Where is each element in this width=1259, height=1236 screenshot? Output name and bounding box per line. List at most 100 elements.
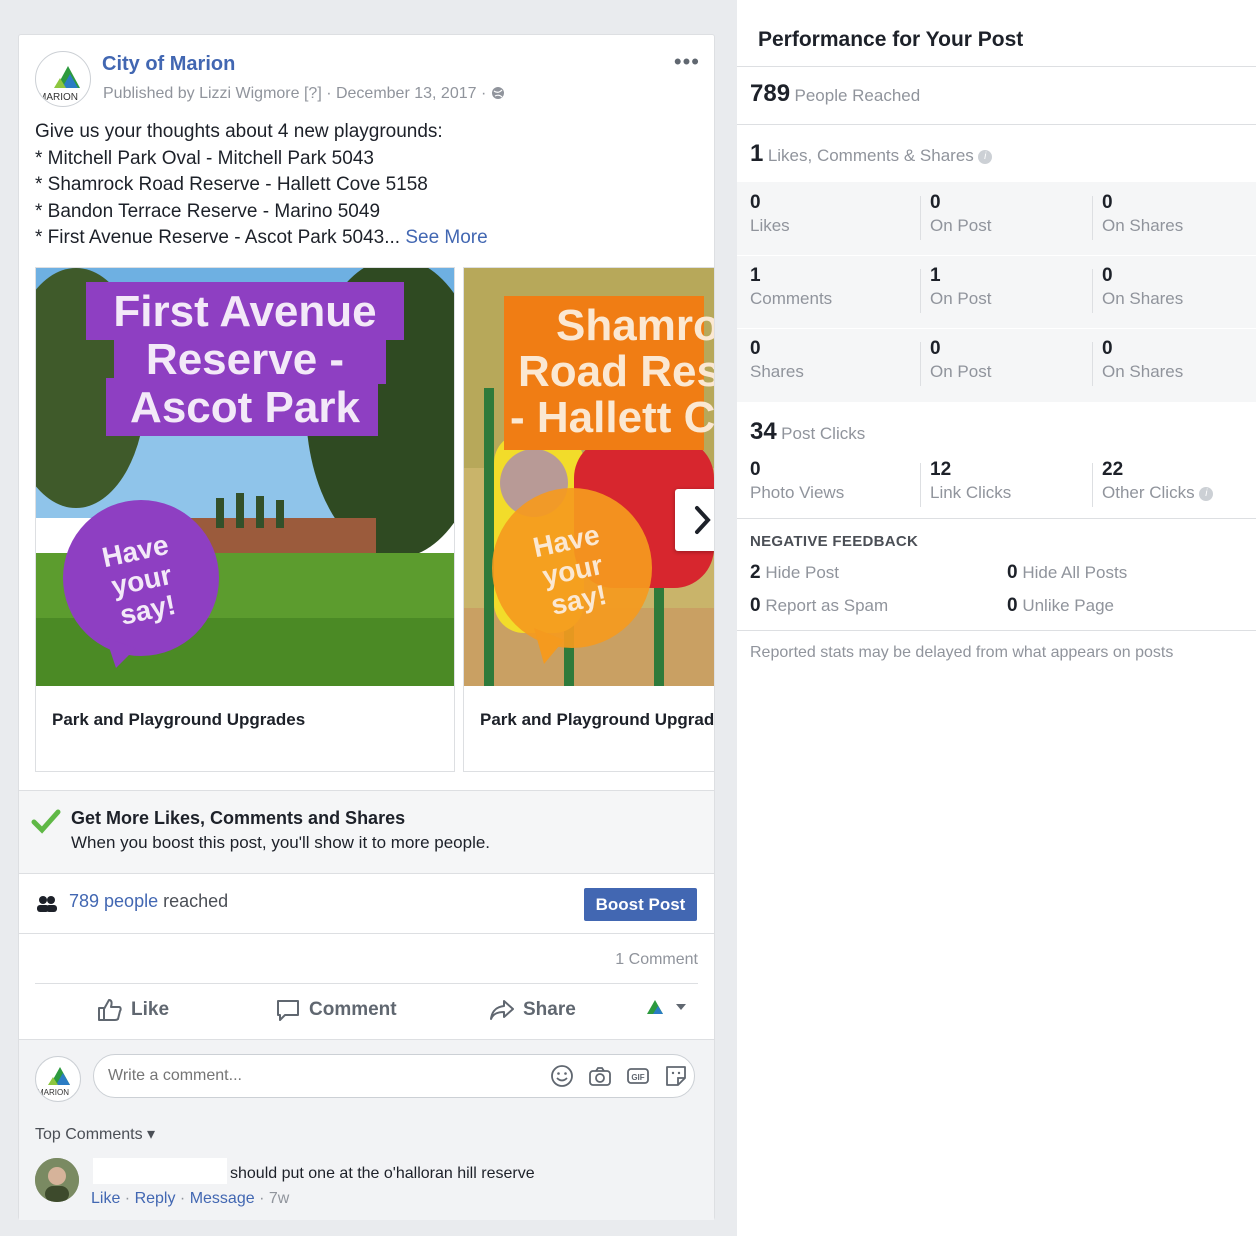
- post-options-button[interactable]: •••: [674, 49, 700, 75]
- comment-button[interactable]: Comment: [275, 998, 397, 1022]
- hide-all-posts-stat: 0 Hide All Posts: [1007, 562, 1128, 583]
- share-label: Share: [523, 999, 576, 1020]
- stat-cell: 0 On Shares: [1102, 265, 1184, 308]
- card2-title-line: Shamrock: [556, 301, 714, 350]
- engagement-value: 1: [750, 140, 764, 167]
- post-body-line: * First Avenue Reserve - Ascot Park 5043…: [35, 225, 695, 252]
- post-clicks-label: Post Clicks: [781, 424, 866, 443]
- byline-text: Published by Lizzi Wigmore [?] · Decembe…: [103, 85, 487, 102]
- gif-icon[interactable]: GIF: [626, 1064, 650, 1088]
- stat-cell: 0 On Shares: [1102, 338, 1184, 381]
- svg-text:MARION: MARION: [38, 92, 78, 103]
- performance-panel: Performance for Your Post 789 People Rea…: [737, 10, 1256, 710]
- comment-message-link[interactable]: Message: [190, 1190, 255, 1207]
- stat-cell: 0 Photo Views: [750, 459, 845, 502]
- people-reached-stat: 789 People Reached: [750, 80, 920, 108]
- carousel-next-button[interactable]: [675, 489, 714, 551]
- post-byline: Published by Lizzi Wigmore [?] · Decembe…: [103, 85, 505, 103]
- stat-cell: 12 Link Clicks: [930, 459, 1012, 502]
- divider: [737, 518, 1256, 519]
- card2-title-line: - Hallett Cove: [510, 393, 714, 442]
- divider: [737, 124, 1256, 125]
- share-arrow-icon: [490, 1000, 514, 1020]
- engagement-label: Likes, Comments & Shares: [767, 146, 974, 165]
- sticker-icon[interactable]: [664, 1064, 688, 1088]
- post-body-line: * Mitchell Park Oval - Mitchell Park 504…: [35, 147, 374, 169]
- divider: [737, 66, 1256, 67]
- comment-text: should put one at the o'halloran hill re…: [230, 1165, 535, 1182]
- info-icon[interactable]: i: [1199, 486, 1214, 501]
- comment-count-link[interactable]: 1 Comment: [615, 951, 698, 969]
- chevron-right-icon: [695, 506, 711, 534]
- hide-post-stat: 2 Hide Post: [750, 562, 840, 583]
- page-name-link[interactable]: City of Marion: [102, 53, 235, 76]
- people-icon: [37, 896, 57, 912]
- card-image-shamrock-road[interactable]: Shamrock Road Reserve - Hallett Cove Hav…: [464, 268, 714, 686]
- checkmark-icon: [31, 809, 61, 834]
- marion-logo-icon: [647, 1000, 663, 1014]
- info-icon[interactable]: i: [978, 149, 993, 164]
- stat-cell: 0 On Post: [930, 338, 992, 381]
- panel-title: Performance for Your Post: [758, 28, 1024, 51]
- comments-section: MARION GIF Top Comments ▾ should put one…: [19, 1039, 714, 1220]
- stat-cell: 1 On Post: [930, 265, 992, 308]
- playground-photo: Shamrock Road Reserve - Hallett Cove Hav…: [464, 268, 714, 686]
- page-avatar[interactable]: MARION: [35, 51, 91, 107]
- card-caption[interactable]: Park and Playground Upgrades: [52, 710, 305, 730]
- card-caption[interactable]: Park and Playground Upgrades: [480, 710, 714, 730]
- commenter-page-avatar: MARION: [35, 1056, 81, 1102]
- stat-cell: 0 On Shares: [1102, 192, 1184, 235]
- boost-promo: Get More Likes, Comments and Shares When…: [19, 790, 714, 874]
- share-button[interactable]: Share: [489, 998, 576, 1022]
- like-button[interactable]: Like: [97, 998, 169, 1022]
- carousel-card[interactable]: First Avenue Reserve - Ascot Park Have y…: [35, 267, 455, 772]
- post-card: MARION City of Marion Published by Lizzi…: [18, 34, 715, 1220]
- post-body: Give us your thoughts about 4 new playgr…: [35, 119, 695, 252]
- boost-post-button[interactable]: Boost Post: [584, 888, 697, 921]
- people-reached-label: People Reached: [794, 86, 921, 105]
- stat-cell: 1 Comments: [750, 265, 833, 308]
- stat-cell: 0 Likes: [750, 192, 790, 235]
- reach-text: 789 people reached: [69, 891, 228, 912]
- card-image-first-avenue[interactable]: First Avenue Reserve - Ascot Park Have y…: [36, 268, 454, 686]
- comment-input-tools: GIF: [550, 1064, 688, 1088]
- card2-title-line: Road Reserve: [518, 347, 714, 396]
- like-label: Like: [131, 999, 170, 1020]
- post-body-line: * Bandon Terrace Reserve - Marino 5049: [35, 200, 381, 222]
- emoji-icon[interactable]: [550, 1064, 574, 1088]
- commenter-avatar[interactable]: [35, 1158, 79, 1202]
- card1-title-line: Reserve -: [146, 335, 344, 384]
- see-more-link[interactable]: See More: [405, 227, 487, 248]
- post-as-selector[interactable]: [645, 998, 687, 1016]
- comment-label: Comment: [309, 999, 397, 1020]
- stat-row-comments: 1 Comments 1 On Post 0 On Shares: [737, 255, 1256, 328]
- engagement-breakdown: 0 Likes 0 On Post 0 On Shares 1 Comments 1 On…: [737, 182, 1256, 402]
- comment-reply-link[interactable]: Reply: [135, 1190, 176, 1207]
- stat-row-likes: 0 Likes 0 On Post 0 On Shares: [737, 182, 1256, 255]
- camera-icon[interactable]: [588, 1064, 612, 1088]
- comment-like-link[interactable]: Like: [91, 1190, 120, 1207]
- caret-down-icon: [676, 1004, 686, 1010]
- post-body-line: Give us your thoughts about 4 new playgr…: [35, 121, 443, 142]
- thumbs-up-icon: [98, 999, 122, 1021]
- svg-text:GIF: GIF: [631, 1073, 644, 1082]
- comment-age: 7w: [268, 1190, 290, 1207]
- engagement-stat: 1 Likes, Comments & Shares i: [750, 140, 993, 168]
- report-spam-stat: 0 Report as Spam: [750, 595, 889, 616]
- top-comments-dropdown[interactable]: Top Comments ▾: [35, 1124, 155, 1144]
- marion-logo-icon: MARION: [37, 1067, 70, 1097]
- people-reached-link[interactable]: 789 people: [69, 891, 158, 911]
- playground-photo: First Avenue Reserve - Ascot Park Have y…: [36, 268, 454, 686]
- post-body-line: * Shamrock Road Reserve - Hallett Cove 5…: [35, 174, 428, 195]
- stat-cell: 0 Shares: [750, 338, 804, 381]
- divider: [737, 630, 1256, 631]
- divider: [19, 933, 714, 934]
- action-bar: Like Comment Share: [35, 983, 698, 1039]
- stats-footnote: Reported stats may be delayed from what …: [750, 644, 1174, 661]
- marion-logo-icon: MARION: [38, 66, 80, 103]
- promo-title: Get More Likes, Comments and Shares: [71, 808, 406, 828]
- card1-title-line: Ascot Park: [130, 383, 360, 432]
- stat-cell: 22 Other Clicks i: [1102, 459, 1214, 503]
- speech-bubble-icon: [277, 1000, 299, 1021]
- stat-row-shares: 0 Shares 0 On Post 0 On Shares: [737, 328, 1256, 401]
